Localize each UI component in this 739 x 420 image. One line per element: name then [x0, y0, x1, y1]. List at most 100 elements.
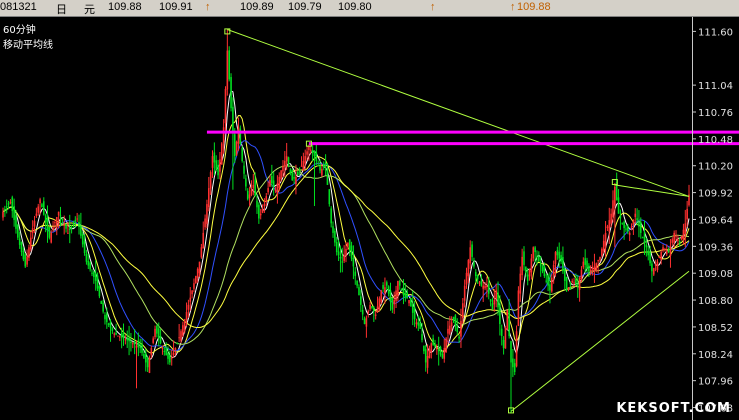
candle-body: [345, 248, 347, 256]
candle-body: [4, 209, 6, 211]
candle-body: [26, 256, 28, 265]
candle-body: [469, 247, 472, 264]
candle-body: [324, 162, 327, 166]
candle-body: [311, 150, 314, 153]
candle-body: [651, 263, 653, 272]
candle-body: [76, 218, 78, 220]
candle-body: [96, 275, 99, 289]
candle-body: [347, 242, 349, 247]
candle-body: [680, 236, 683, 240]
candle-body: [675, 236, 677, 238]
candle-body: [18, 238, 21, 245]
candle-body: [226, 50, 229, 90]
candle-body: [230, 77, 232, 109]
candle-body: [500, 328, 503, 337]
candle-body: [352, 257, 355, 267]
candle-body: [115, 332, 117, 335]
candle-body: [317, 165, 319, 167]
candle-body: [215, 160, 218, 169]
candle-body: [67, 232, 69, 234]
candle-body: [213, 152, 216, 163]
candle-body: [549, 284, 551, 291]
candle-body: [98, 285, 101, 297]
candle-body: [224, 88, 227, 124]
candle-body: [182, 325, 184, 336]
candle-body: [119, 336, 121, 338]
candle-body: [70, 226, 73, 228]
candle-body: [202, 232, 205, 249]
candle-body: [148, 357, 151, 373]
candle-body: [499, 304, 501, 325]
candlestick-chart[interactable]: 111.60 111.04 110.76 110.48 110.20 109.92 109.…: [0, 17, 739, 420]
candle-body: [434, 343, 436, 347]
candle-body: [208, 188, 210, 207]
candle-body: [515, 331, 518, 367]
candle-body: [293, 177, 295, 179]
candle-body: [660, 252, 662, 260]
candle-body: [321, 168, 323, 176]
candle-body: [536, 256, 538, 258]
candle-body: [156, 325, 158, 334]
price-tick-label: 109.08: [698, 269, 733, 280]
candle-body: [575, 278, 577, 285]
candle-body: [423, 345, 425, 352]
candle-body: [606, 226, 609, 228]
candle-body: [539, 262, 542, 267]
quote-value-2: 109.91: [159, 1, 193, 13]
candle-body: [662, 247, 664, 250]
candle-body: [402, 287, 405, 296]
candle-body: [436, 348, 438, 350]
candle-body: [484, 285, 486, 289]
candle-body: [222, 127, 225, 143]
candle-body: [109, 321, 112, 328]
quote-value-5: 109.80: [338, 1, 372, 13]
candle-body: [256, 200, 258, 208]
candle-body: [367, 311, 370, 314]
candle-body: [33, 220, 36, 227]
candle-body: [534, 247, 536, 253]
candle-body: [141, 343, 143, 353]
candle-body: [94, 273, 97, 281]
candle-body: [371, 306, 373, 309]
candle-body: [686, 208, 688, 220]
candle-body: [191, 290, 193, 295]
candle-body: [233, 134, 236, 157]
candle-body: [421, 334, 423, 341]
candle-body: [495, 290, 497, 300]
candle-body: [354, 271, 357, 277]
candle-body: [68, 228, 71, 231]
candle-body: [52, 227, 54, 230]
candle-body: [647, 250, 650, 256]
candle-body: [7, 203, 10, 205]
candle-body: [617, 197, 620, 214]
candle-body: [625, 228, 627, 230]
candle-body: [619, 215, 622, 219]
candle-body: [2, 211, 4, 218]
candle-body: [576, 284, 579, 286]
candle-body: [554, 252, 557, 265]
candle-body: [595, 263, 598, 271]
candle-body: [167, 353, 169, 359]
candle-body: [569, 283, 572, 285]
candle-body: [410, 298, 412, 307]
candle-body: [267, 188, 269, 193]
candle-body: [85, 253, 88, 262]
candle-body: [450, 322, 453, 327]
candle-body: [460, 320, 462, 337]
candle-body: [398, 280, 401, 286]
candle-body: [280, 170, 282, 180]
plot-background: [0, 17, 739, 420]
candle-body: [473, 262, 475, 267]
candle-body: [614, 186, 616, 206]
candle-body: [573, 282, 575, 284]
candle-body: [393, 300, 396, 305]
candle-body: [111, 327, 114, 331]
candle-body: [491, 303, 494, 310]
candle-body: [287, 157, 290, 165]
candle-body: [295, 176, 297, 185]
candle-body: [395, 290, 397, 302]
candle-body: [161, 348, 164, 350]
candle-body: [547, 275, 549, 286]
candle-body: [304, 156, 307, 164]
candle-body: [334, 230, 336, 243]
